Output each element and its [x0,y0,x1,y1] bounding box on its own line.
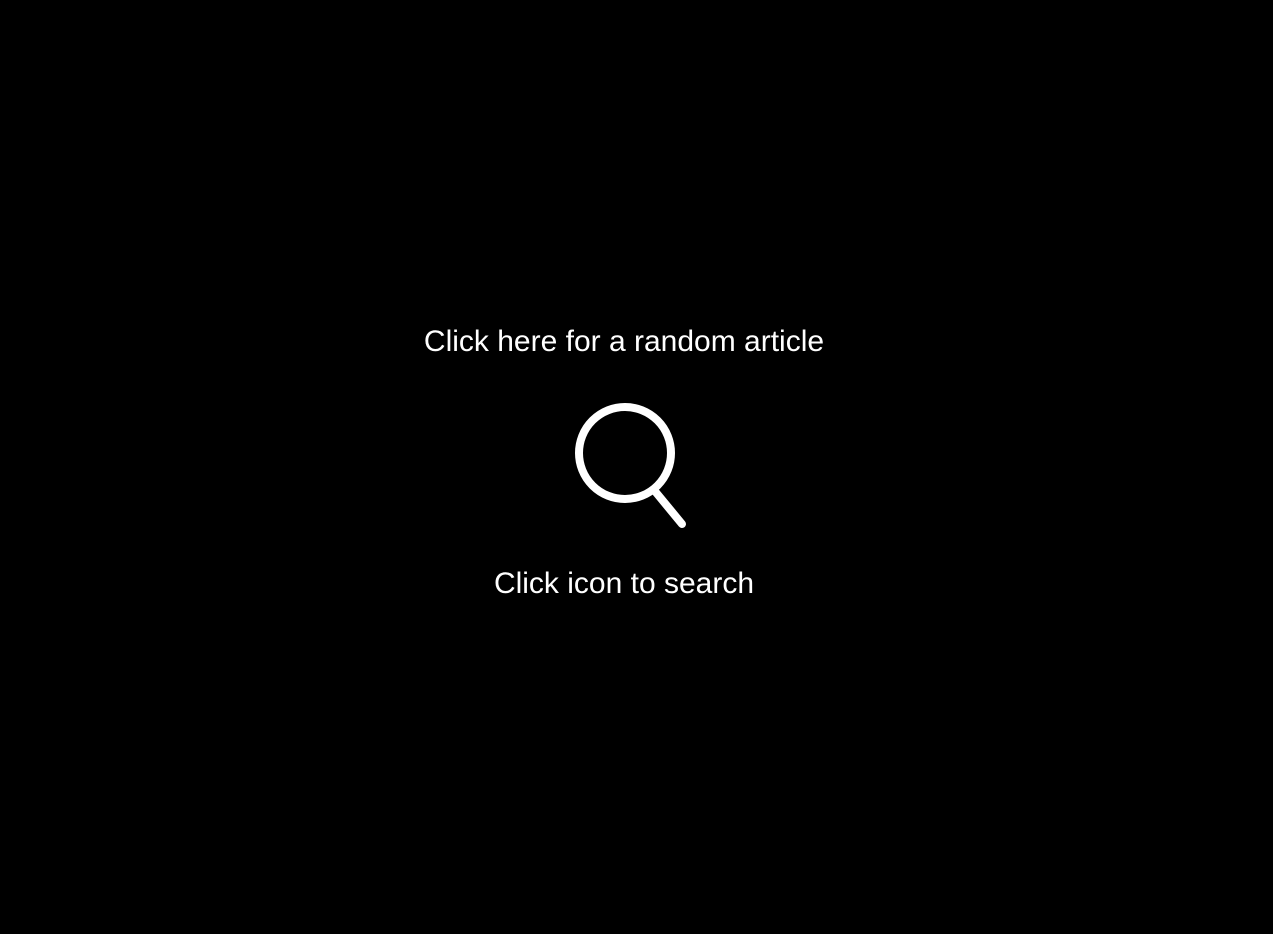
search-icon [566,396,696,536]
search-button[interactable] [566,396,696,536]
random-article-link[interactable]: Click here for a random article [0,320,1248,364]
screen: Click here for a random article Click ic… [0,0,1273,934]
search-hint: Click icon to search [493,567,755,600]
